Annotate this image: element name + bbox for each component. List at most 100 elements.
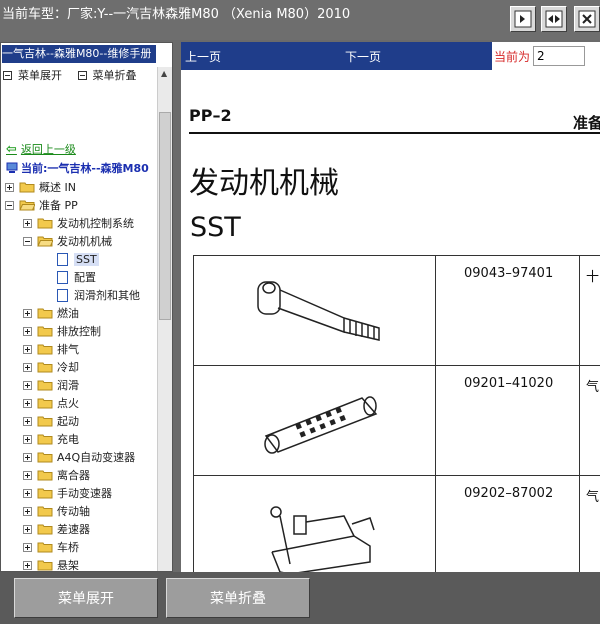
- current-location: 当前:一气吉林--森雅M80: [6, 160, 149, 176]
- single-pane-icon: [514, 10, 532, 28]
- tree-item-label: 排放控制: [57, 325, 101, 338]
- tool-part-number: 09202–87002: [435, 475, 580, 572]
- tool-note: 气: [579, 475, 600, 572]
- expand-node-icon[interactable]: [5, 182, 14, 192]
- tree-vertical-scrollbar[interactable]: ▲ ▼: [157, 67, 172, 571]
- tree-item[interactable]: 燃油: [23, 304, 79, 322]
- expand-node-icon[interactable]: [23, 542, 32, 552]
- expand-node-icon[interactable]: [23, 398, 32, 408]
- table-row: 09043–97401 十: [193, 255, 600, 366]
- expand-icon: [3, 70, 12, 80]
- collapse-node-icon[interactable]: [23, 236, 32, 246]
- expand-node-icon[interactable]: [23, 470, 32, 480]
- tree-item[interactable]: 配置: [57, 268, 96, 286]
- prev-page-link[interactable]: 上一页: [185, 48, 221, 65]
- next-page-link[interactable]: 下一页: [345, 48, 381, 65]
- expand-node-icon[interactable]: [23, 308, 32, 318]
- tree-item-label: 润滑剂和其他: [74, 289, 140, 302]
- expand-node-icon[interactable]: [23, 560, 32, 570]
- tree-item[interactable]: 冷却: [23, 358, 79, 376]
- expand-node-icon[interactable]: [23, 326, 32, 336]
- expand-node-icon[interactable]: [23, 344, 32, 354]
- close-button[interactable]: [574, 6, 600, 32]
- folder-icon: [37, 452, 53, 463]
- tree-item[interactable]: 车桥: [23, 538, 79, 556]
- document-page: PP–2 准备 发动机机械 SST 09043–97401 十 09201–41…: [181, 70, 600, 572]
- expand-all-link[interactable]: 菜单展开: [3, 67, 62, 83]
- expand-node-icon[interactable]: [23, 218, 32, 228]
- expand-node-icon[interactable]: [23, 434, 32, 444]
- scroll-up-icon[interactable]: ▲: [161, 69, 167, 78]
- folder-open-icon: [19, 200, 35, 211]
- tree-item-label: 准备 PP: [39, 199, 78, 212]
- expand-node-icon[interactable]: [23, 380, 32, 390]
- valve-guide-tool-drawing: [264, 396, 378, 454]
- page-nav-bar: 上一页 下一页 当前为: [181, 42, 600, 70]
- single-pane-button[interactable]: [510, 6, 536, 32]
- dual-pane-icon: [545, 10, 563, 28]
- document-panel: 上一页 下一页 当前为 PP–2 准备 发动机机械 SST: [181, 42, 600, 572]
- tree-item-label: 传动轴: [57, 505, 90, 518]
- current-label: 当前:一气吉林--森雅M80: [21, 162, 149, 175]
- expand-all-label: 菜单展开: [18, 69, 62, 82]
- tree-item-label: 润滑: [57, 379, 79, 392]
- tree-item[interactable]: 排气: [23, 340, 79, 358]
- tree-item[interactable]: 润滑剂和其他: [57, 286, 140, 304]
- tree-item[interactable]: 传动轴: [23, 502, 90, 520]
- tree-item[interactable]: 润滑: [23, 376, 79, 394]
- tree-item[interactable]: 手动变速器: [23, 484, 112, 502]
- folder-icon: [37, 506, 53, 517]
- tree-item[interactable]: 起动: [23, 412, 79, 430]
- expand-node-icon[interactable]: [23, 362, 32, 372]
- tree-item[interactable]: 充电: [23, 430, 79, 448]
- back-link[interactable]: ⇦ 返回上一级: [6, 141, 76, 157]
- collapse-all-link[interactable]: 菜单折叠: [77, 67, 137, 83]
- document-icon: [57, 288, 68, 302]
- tool-part-number: 09201–41020: [435, 365, 580, 476]
- section-title: 发动机机械: [189, 166, 339, 201]
- tree-item-label: 配置: [74, 271, 96, 284]
- tree-item[interactable]: 发动机控制系统: [23, 214, 134, 232]
- vertical-scroll-thumb[interactable]: [159, 112, 171, 320]
- page-code: PP–2: [189, 106, 232, 125]
- tree-item[interactable]: 点火: [23, 394, 79, 412]
- tree-item[interactable]: 差速器: [23, 520, 90, 538]
- tree-item[interactable]: 离合器: [23, 466, 90, 484]
- tree-item[interactable]: 准备 PP: [5, 196, 78, 214]
- expand-node-icon[interactable]: [23, 506, 32, 516]
- expand-node-icon[interactable]: [23, 524, 32, 534]
- expand-node-icon[interactable]: [23, 488, 32, 498]
- document-icon: [57, 270, 68, 284]
- expand-node-icon[interactable]: [23, 452, 32, 462]
- tree-item[interactable]: 排放控制: [23, 322, 101, 340]
- expand-node-icon[interactable]: [23, 416, 32, 426]
- tree-item-label: 概述 IN: [39, 181, 76, 194]
- left-panel: 一气吉林--森雅M80--维修手册 菜单展开 菜单折叠 ⇦ 返回上一级 当前:一…: [0, 42, 173, 572]
- folder-icon: [19, 182, 35, 193]
- collapse-node-icon[interactable]: [5, 200, 14, 210]
- page-number-input[interactable]: [533, 46, 586, 66]
- page-label: 当前为: [494, 49, 531, 64]
- back-label: 返回上一级: [20, 143, 76, 156]
- tool-part-number: 09043–97401: [435, 255, 580, 366]
- tree-item-label: 起动: [57, 415, 79, 428]
- tool-image-cell: [193, 475, 436, 572]
- left-toolbar: 菜单展开 菜单折叠: [3, 67, 149, 83]
- tree-item[interactable]: 发动机机械: [23, 232, 112, 250]
- tree-item[interactable]: 悬架: [23, 556, 79, 572]
- tree-item[interactable]: 概述 IN: [5, 178, 76, 196]
- expand-menu-button[interactable]: 菜单展开: [14, 578, 158, 618]
- window-title: 当前车型：厂家:Y--一汽吉林森雅M80 （Xenia M80）2010: [2, 7, 351, 22]
- tree-item[interactable]: SST: [57, 250, 99, 268]
- collapse-menu-button[interactable]: 菜单折叠: [166, 578, 310, 618]
- dual-pane-button[interactable]: [541, 6, 567, 32]
- tree-item[interactable]: A4Q自动变速器: [23, 448, 135, 466]
- tree-item-label: 差速器: [57, 523, 90, 536]
- folder-icon: [37, 416, 53, 427]
- page-indicator: 当前为: [492, 42, 600, 70]
- tree-item-label: A4Q自动变速器: [57, 451, 136, 464]
- folder-icon: [37, 542, 53, 553]
- tree-item-label: 悬架: [57, 559, 79, 572]
- tree-item-label: 手动变速器: [57, 487, 112, 500]
- title-bar: 当前车型：厂家:Y--一汽吉林森雅M80 （Xenia M80）2010: [0, 0, 600, 40]
